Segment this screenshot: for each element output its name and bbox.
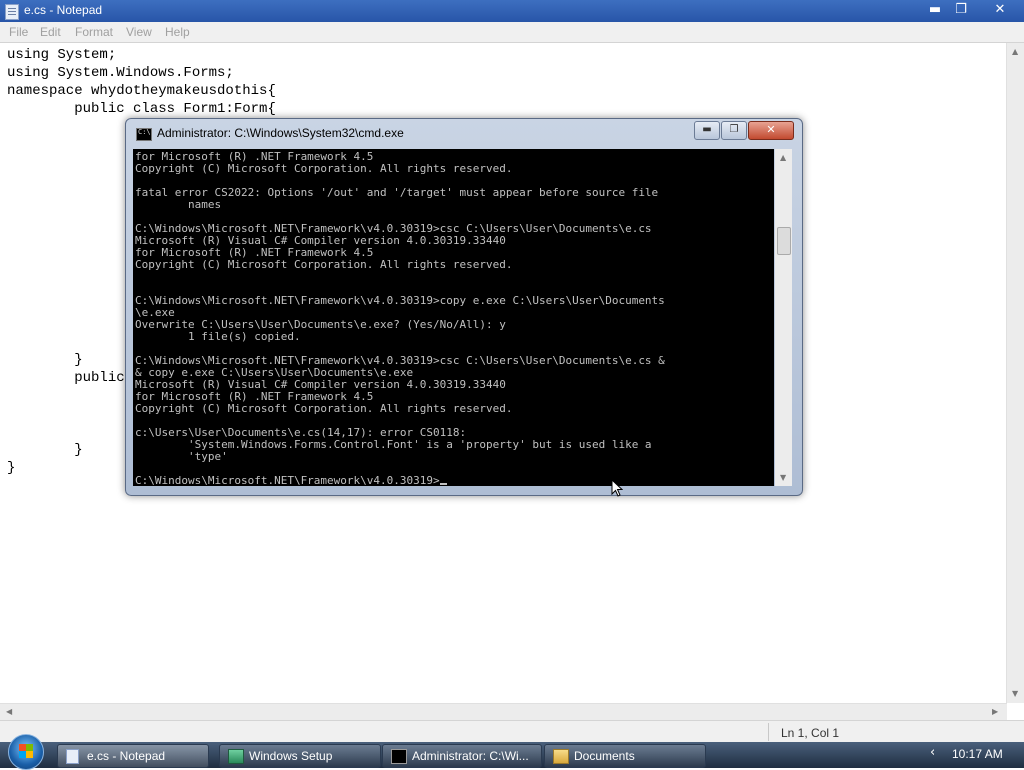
- console-line: Copyright (C) Microsoft Corporation. All…: [135, 162, 513, 175]
- cmd-close-button[interactable]: ✕: [748, 121, 794, 140]
- taskbar-button-windows-setup[interactable]: Windows Setup: [219, 744, 381, 768]
- console-line: Copyright (C) Microsoft Corporation. All…: [135, 402, 513, 415]
- scroll-down-icon[interactable]: ▼: [780, 473, 786, 482]
- cursor-position: Ln 1, Col 1: [781, 726, 840, 740]
- code-line: namespace whydotheymakeusdothis{: [7, 83, 276, 99]
- notepad-icon: [5, 4, 19, 20]
- show-hidden-icons-chevron-icon[interactable]: ‹: [930, 745, 935, 760]
- clock[interactable]: 10:17 AM: [952, 747, 1003, 761]
- console-line: names: [135, 198, 222, 211]
- scroll-thumb[interactable]: [777, 227, 791, 255]
- cmd-icon: [391, 749, 407, 764]
- taskbar-label: Windows Setup: [249, 749, 333, 763]
- menu-file[interactable]: File: [9, 25, 28, 39]
- notepad-menubar: File Edit Format View Help: [0, 22, 1024, 43]
- console-prompt-line[interactable]: C:\Windows\Microsoft.NET\Framework\v4.0.…: [135, 475, 447, 486]
- code-line: public class Form1:Form{: [7, 101, 276, 117]
- menu-format[interactable]: Format: [75, 25, 113, 39]
- code-line: }: [7, 442, 83, 458]
- mouse-cursor-icon: [611, 479, 623, 497]
- cmd-icon: [136, 128, 152, 141]
- cmd-title[interactable]: Administrator: C:\Windows\System32\cmd.e…: [157, 126, 404, 140]
- taskbar-button-documents[interactable]: Documents: [544, 744, 706, 768]
- windows-logo-icon: [19, 744, 33, 758]
- cmd-console[interactable]: for Microsoft (R) .NET Framework 4.5 Cop…: [133, 149, 774, 486]
- taskbar-label: Documents: [574, 749, 635, 763]
- notepad-close-button[interactable]: ✕: [980, 1, 1020, 19]
- menu-edit[interactable]: Edit: [40, 25, 61, 39]
- notepad-titlebar[interactable]: e.cs - Notepad ▬ ❐ ✕: [0, 0, 1024, 22]
- code-line: using System;: [7, 47, 117, 63]
- notepad-title: e.cs - Notepad: [24, 3, 103, 17]
- console-line: Copyright (C) Microsoft Corporation. All…: [135, 258, 513, 271]
- code-line: }: [7, 352, 83, 368]
- console-line: 1 file(s) copied.: [135, 330, 301, 343]
- code-line: using System.Windows.Forms;: [7, 65, 234, 81]
- notepad-minimize-button[interactable]: ▬: [924, 1, 946, 19]
- scroll-left-icon[interactable]: ◀: [6, 707, 12, 716]
- menu-help[interactable]: Help: [165, 25, 190, 39]
- scroll-up-icon[interactable]: ▲: [780, 153, 786, 162]
- folder-icon: [553, 749, 569, 764]
- taskbar-label: Administrator: C:\Wi...: [412, 749, 529, 763]
- console-line: C:\Windows\Microsoft.NET\Framework\v4.0.…: [135, 294, 665, 307]
- text-cursor: [439, 483, 447, 485]
- notepad-horizontal-scrollbar[interactable]: ◀ ▶: [0, 703, 1007, 721]
- console-line: 'type': [135, 450, 228, 463]
- scroll-right-icon[interactable]: ▶: [992, 707, 998, 716]
- cmd-window: Administrator: C:\Windows\System32\cmd.e…: [125, 118, 803, 496]
- cmd-vertical-scrollbar[interactable]: ▲ ▼: [775, 149, 792, 486]
- status-divider: [768, 723, 769, 741]
- notepad-statusbar: Ln 1, Col 1: [0, 720, 1024, 743]
- taskbar: e.cs - Notepad Windows Setup Administrat…: [0, 734, 1024, 770]
- menu-view[interactable]: View: [126, 25, 152, 39]
- notepad-maximize-button[interactable]: ❐: [950, 1, 972, 19]
- notepad-vertical-scrollbar[interactable]: ▲ ▼: [1006, 43, 1024, 703]
- code-line: public: [7, 370, 134, 386]
- taskbar-button-notepad[interactable]: e.cs - Notepad: [57, 744, 209, 768]
- taskbar-button-cmd[interactable]: Administrator: C:\Wi...: [382, 744, 542, 768]
- scroll-up-icon[interactable]: ▲: [1012, 47, 1018, 56]
- setup-icon: [228, 749, 244, 764]
- start-button[interactable]: [8, 734, 44, 770]
- cmd-maximize-button[interactable]: ❐: [721, 121, 747, 140]
- scroll-down-icon[interactable]: ▼: [1012, 689, 1018, 698]
- notepad-icon: [66, 749, 79, 764]
- code-line: }: [7, 460, 16, 476]
- taskbar-label: e.cs - Notepad: [87, 749, 166, 763]
- console-prompt: C:\Windows\Microsoft.NET\Framework\v4.0.…: [135, 474, 440, 487]
- cmd-minimize-button[interactable]: ▬: [694, 121, 720, 140]
